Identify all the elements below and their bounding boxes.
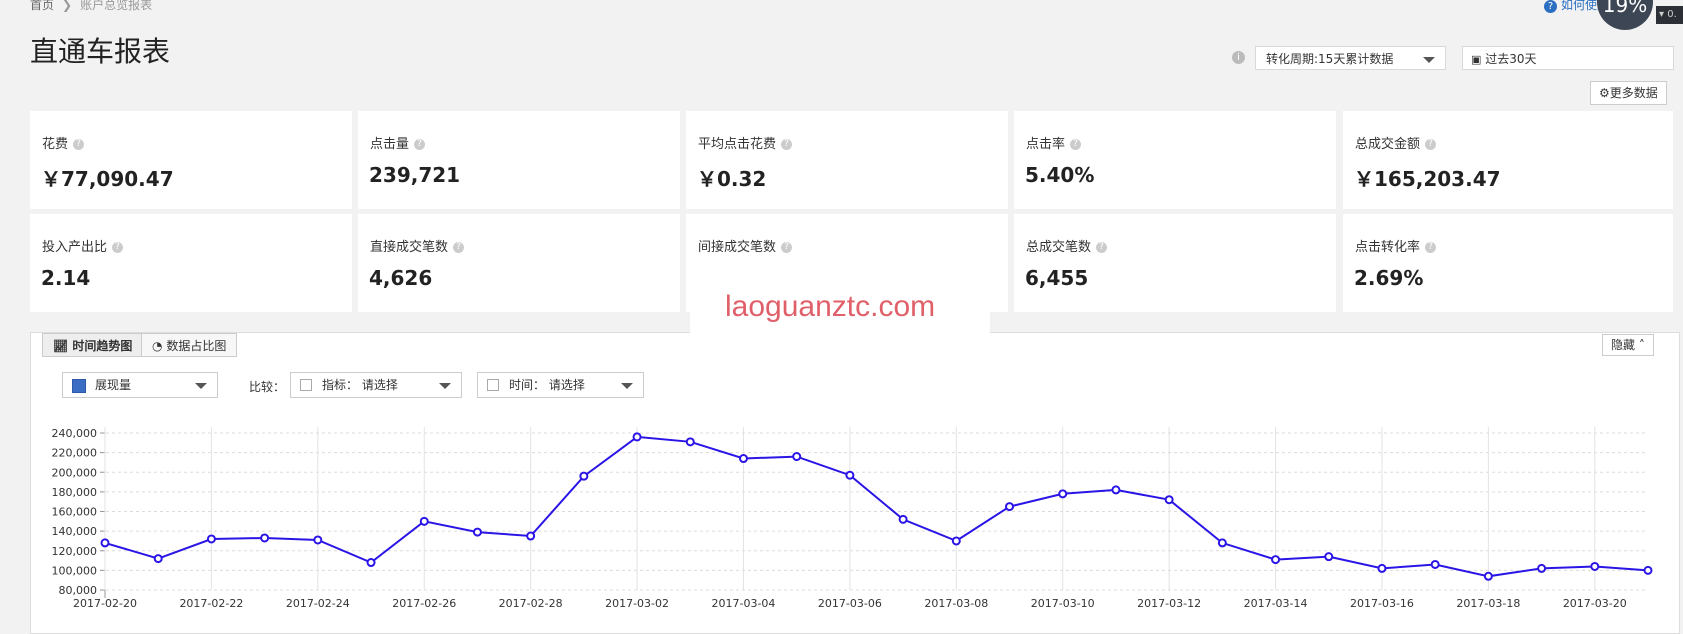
y-tick-label: 200,000 <box>52 466 98 479</box>
x-tick-label: 2017-02-28 <box>499 597 563 610</box>
data-point <box>1005 502 1015 512</box>
data-point <box>792 452 802 462</box>
data-point <box>579 471 589 481</box>
data-point <box>1643 565 1653 575</box>
data-point <box>206 534 216 544</box>
data-point <box>366 558 376 568</box>
data-point <box>1111 485 1121 495</box>
x-tick-label: 2017-03-18 <box>1456 597 1520 610</box>
x-tick-label: 2017-02-22 <box>179 597 243 610</box>
data-point <box>1164 495 1174 505</box>
data-point <box>898 514 908 524</box>
x-tick-label: 2017-02-20 <box>73 597 137 610</box>
y-tick-label: 100,000 <box>52 564 98 577</box>
x-tick-label: 2017-03-12 <box>1137 597 1201 610</box>
x-tick-label: 2017-03-20 <box>1563 597 1627 610</box>
data-point <box>1483 571 1493 581</box>
y-tick-label: 220,000 <box>52 447 98 460</box>
x-tick-label: 2017-02-26 <box>392 597 456 610</box>
x-tick-label: 2017-03-06 <box>818 597 882 610</box>
data-point <box>260 533 270 543</box>
x-tick-label: 2017-03-02 <box>605 597 669 610</box>
data-point <box>419 516 429 526</box>
data-point <box>738 454 748 464</box>
data-point <box>1271 555 1281 565</box>
series-line <box>104 435 1649 578</box>
data-point <box>632 432 642 442</box>
y-tick-label: 240,000 <box>52 427 98 440</box>
y-tick-label: 140,000 <box>52 525 98 538</box>
y-tick-label: 120,000 <box>52 545 98 558</box>
data-point <box>1537 563 1547 573</box>
data-point <box>1217 538 1227 548</box>
y-tick-label: 180,000 <box>52 486 98 499</box>
x-tick-label: 2017-03-04 <box>712 597 776 610</box>
data-point <box>472 527 482 537</box>
x-tick-label: 2017-03-10 <box>1031 597 1095 610</box>
data-point <box>313 535 323 545</box>
data-point <box>1430 559 1440 569</box>
data-point <box>153 554 163 564</box>
data-point <box>1058 489 1068 499</box>
y-tick-label: 80,000 <box>59 584 98 597</box>
x-tick-label: 2017-03-14 <box>1244 597 1308 610</box>
y-tick-label: 160,000 <box>52 506 98 519</box>
data-point <box>845 470 855 480</box>
x-tick-label: 2017-02-24 <box>286 597 350 610</box>
trend-line-chart: 80,000 100,000 120,000 140,000 160,000 180,00… <box>52 427 1653 610</box>
data-point <box>685 437 695 447</box>
x-tick-label: 2017-03-16 <box>1350 597 1414 610</box>
data-point <box>1324 552 1334 562</box>
x-tick-label: 2017-03-08 <box>924 597 988 610</box>
data-point <box>100 538 110 548</box>
data-point <box>951 536 961 546</box>
data-point <box>526 531 536 541</box>
data-point <box>1377 563 1387 573</box>
data-point <box>1590 561 1600 571</box>
